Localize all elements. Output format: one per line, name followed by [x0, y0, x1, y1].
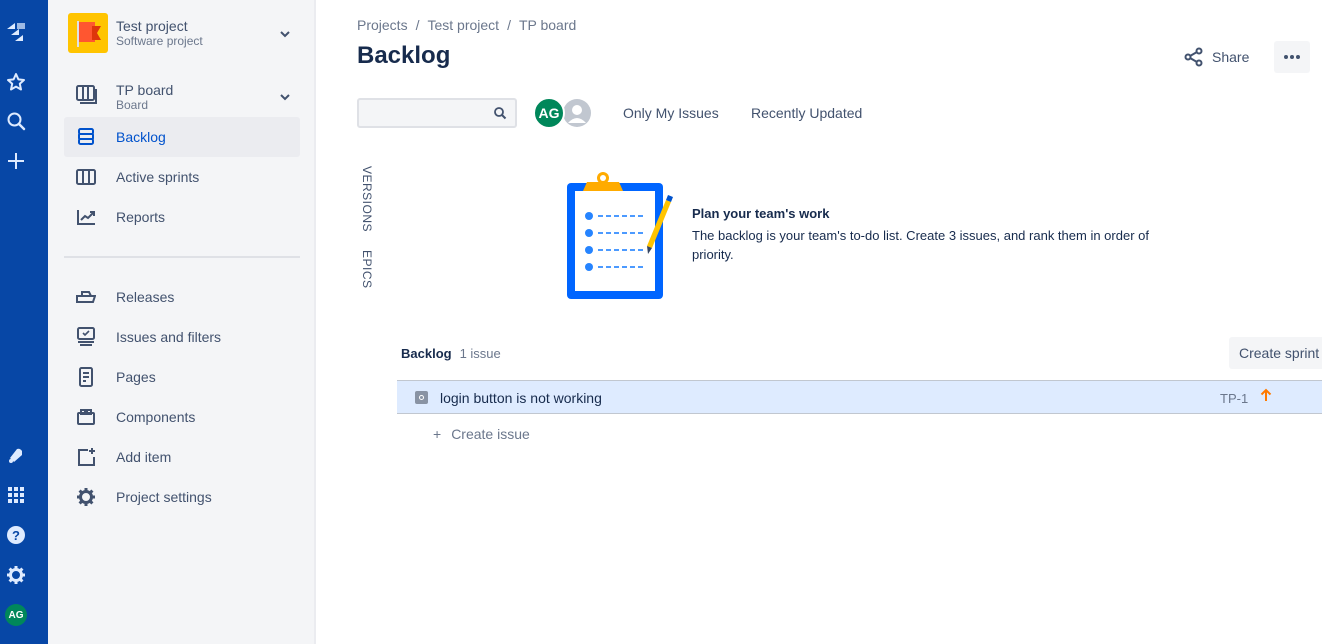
- breadcrumb: Projects / Test project / TP board: [357, 17, 577, 33]
- board-type: Board: [116, 98, 149, 112]
- quick-filter-only-my-issues[interactable]: Only My Issues: [623, 105, 719, 121]
- chevron-down-icon[interactable]: [278, 90, 292, 104]
- board-icon: [76, 167, 98, 189]
- sidebar-item-add-item[interactable]: Add item: [64, 437, 300, 477]
- breadcrumb-tp-board[interactable]: TP board: [519, 17, 576, 33]
- sidebar-item-project-settings[interactable]: Project settings: [64, 477, 300, 517]
- create-sprint-button[interactable]: Create sprint: [1229, 337, 1322, 369]
- board-name: TP board: [116, 82, 174, 98]
- create-plus-icon[interactable]: [0, 147, 32, 175]
- sidebar-item-reports[interactable]: Reports: [64, 197, 300, 237]
- sidebar-item-backlog[interactable]: Backlog: [64, 117, 300, 157]
- user-avatar[interactable]: AG: [5, 604, 27, 626]
- sidebar-item-label: Add item: [116, 449, 172, 465]
- page-title: Backlog: [357, 42, 451, 69]
- create-issue-button[interactable]: + Create issue: [433, 426, 530, 442]
- quick-filter-recently-updated[interactable]: Recently Updated: [751, 105, 862, 121]
- empty-state-description: The backlog is your team's to-do list. C…: [692, 228, 1149, 262]
- settings-icon[interactable]: [0, 561, 32, 589]
- sidebar-item-active-sprints[interactable]: Active sprints: [64, 157, 300, 197]
- component-icon: [76, 407, 98, 429]
- priority-high-icon: [1260, 388, 1272, 402]
- jira-logo-icon[interactable]: [0, 18, 32, 46]
- backlog-issue-count: 1 issue: [459, 346, 501, 361]
- share-icon: [1184, 47, 1203, 67]
- sidebar-item-label: Reports: [116, 209, 166, 225]
- issue-row[interactable]: login button is not working TP-1: [397, 380, 1322, 414]
- sidebar-divider: [64, 256, 300, 258]
- backlog-icon: [76, 127, 98, 149]
- more-icon: [1284, 55, 1300, 59]
- sidebar-item-label: Active sprints: [116, 169, 200, 185]
- notification-icon[interactable]: [0, 441, 32, 469]
- reports-icon: [76, 207, 98, 229]
- sidebar-item-pages[interactable]: Pages: [64, 357, 300, 397]
- sidebar-item-issues-and-filters[interactable]: Issues and filters: [64, 317, 300, 357]
- breadcrumb-projects[interactable]: Projects: [357, 17, 408, 33]
- backlog-header: Backlog 1 issue: [401, 346, 501, 361]
- star-icon[interactable]: [0, 68, 32, 96]
- global-navigation: ? AG: [0, 0, 48, 644]
- create-issue-label: Create issue: [451, 426, 530, 442]
- search-input[interactable]: [365, 104, 485, 122]
- project-sidebar: Test project Software project TP board B…: [48, 0, 316, 644]
- clipboard-illustration: [563, 170, 673, 302]
- main-content: Projects / Test project / TP board Backlog S…: [318, 0, 1322, 644]
- sidebar-item-label: Releases: [116, 289, 175, 305]
- search-field[interactable]: [357, 98, 517, 128]
- project-avatar: [68, 13, 108, 53]
- sidebar-item-releases[interactable]: Releases: [64, 277, 300, 317]
- board-switcher[interactable]: TP board Board: [64, 76, 300, 112]
- app-switcher-icon[interactable]: [0, 481, 32, 509]
- sidebar-item-label: Backlog: [116, 129, 166, 145]
- chevron-down-icon[interactable]: [278, 27, 292, 41]
- empty-state-title: Plan your team's work: [692, 206, 830, 221]
- add-item-icon: [76, 447, 98, 469]
- unassigned-avatar[interactable]: [561, 97, 593, 129]
- sidebar-item-components[interactable]: Components: [64, 397, 300, 437]
- board-icon: [76, 84, 100, 106]
- sidebar-item-label: Pages: [116, 369, 156, 385]
- help-icon[interactable]: ?: [0, 521, 32, 549]
- issue-summary: login button is not working: [440, 390, 602, 406]
- search-icon: [493, 106, 507, 120]
- project-type: Software project: [116, 34, 203, 48]
- plus-icon: +: [433, 426, 442, 442]
- sidebar-item-label: Issues and filters: [116, 329, 222, 345]
- sidebar-item-label: Project settings: [116, 489, 212, 505]
- backlog-title: Backlog: [401, 346, 452, 361]
- sidebar-item-label: Components: [116, 409, 196, 425]
- epics-tab[interactable]: EPICS: [360, 250, 374, 289]
- share-label: Share: [1212, 49, 1250, 65]
- issues-icon: [76, 327, 98, 349]
- ship-icon: [76, 287, 98, 309]
- settings-icon: [76, 487, 98, 509]
- versions-tab[interactable]: VERSIONS: [360, 166, 374, 232]
- share-button[interactable]: Share: [1184, 45, 1249, 69]
- task-type-icon: [415, 391, 428, 404]
- search-icon[interactable]: [0, 107, 32, 135]
- page-icon: [76, 367, 98, 389]
- breadcrumb-test-project[interactable]: Test project: [427, 17, 499, 33]
- assignee-avatar-ag[interactable]: AG: [533, 97, 565, 129]
- more-actions-button[interactable]: [1274, 41, 1310, 73]
- issue-key[interactable]: TP-1: [1220, 391, 1248, 406]
- svg-text:?: ?: [12, 528, 20, 543]
- project-name[interactable]: Test project: [116, 18, 188, 34]
